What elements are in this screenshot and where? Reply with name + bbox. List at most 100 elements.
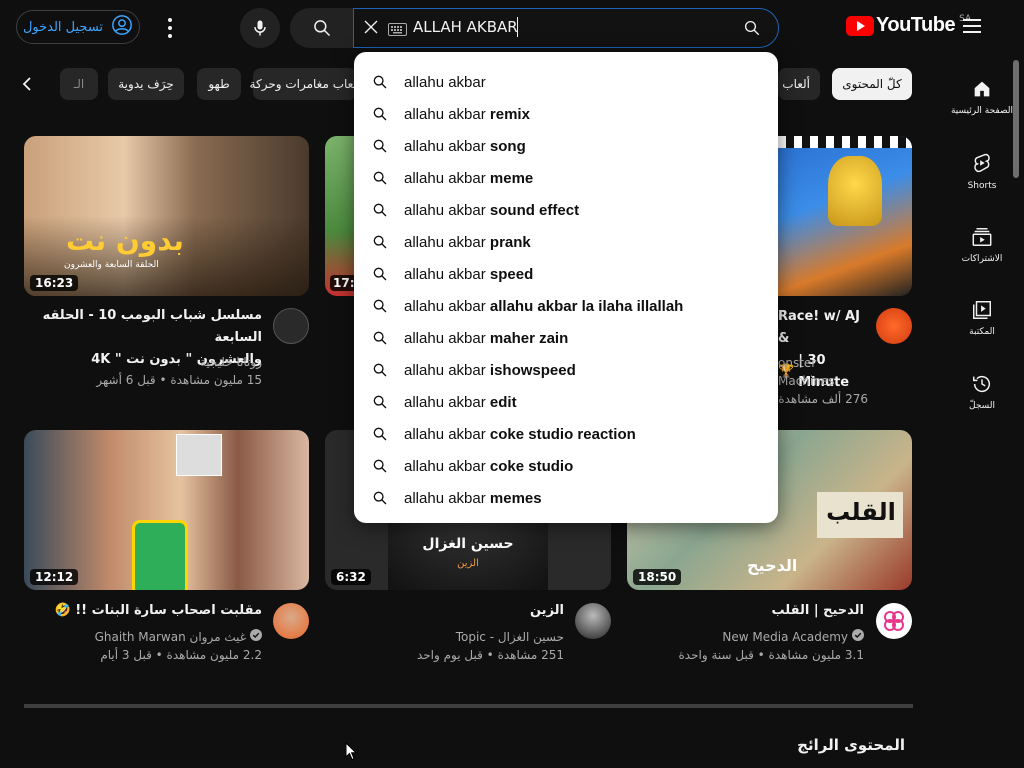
channel-name[interactable]: onster Machines bbox=[778, 354, 868, 390]
suggestion-prefix: allahu akbar bbox=[404, 297, 486, 315]
sidebar-label-history: السجلّ bbox=[969, 401, 995, 411]
search-icon bbox=[372, 138, 388, 158]
channel-name[interactable]: روتانا خليجية bbox=[40, 353, 262, 371]
suggestion-prefix: allahu akbar bbox=[404, 105, 486, 123]
search-suggestion[interactable]: allahu akbar ishowspeed bbox=[354, 354, 778, 386]
sidebar-item-home[interactable]: الصفحة الرئيسية bbox=[946, 78, 1018, 116]
chip-games[interactable]: ألعاب bbox=[778, 68, 820, 100]
suggestion-completion: ishowspeed bbox=[485, 361, 576, 379]
sidebar-item-history[interactable]: السجلّ bbox=[946, 373, 1018, 411]
channel-name[interactable]: حسين الغزال - Topic bbox=[340, 628, 564, 646]
search-suggestion[interactable]: allahu akbar meme bbox=[354, 162, 778, 194]
search-suggestion[interactable]: allahu akbar edit bbox=[354, 386, 778, 418]
search-suggestion[interactable]: allahu akbar prank bbox=[354, 226, 778, 258]
sidebar-item-library[interactable]: المكتبة bbox=[946, 299, 1018, 337]
guide-menu-icon[interactable] bbox=[963, 19, 981, 33]
chip-action-adventure[interactable]: ألعاب مغامرات وحركة bbox=[250, 68, 360, 100]
shelf-title: المحتوى الرائج bbox=[797, 736, 905, 754]
suggestion-completion: coke studio reaction bbox=[485, 425, 636, 443]
suggestion-text: allahu akbar song bbox=[404, 138, 526, 155]
channel-avatar[interactable] bbox=[273, 603, 309, 639]
video-meta: New Media Academy 3.1 مليون مشاهدة • قبل… bbox=[640, 628, 864, 664]
chip-cooking[interactable]: طهو bbox=[197, 68, 241, 100]
youtube-logo[interactable]: YouTube SA bbox=[846, 14, 971, 37]
search-inner-icon[interactable] bbox=[743, 19, 761, 41]
suggestion-text: allahu akbar speed bbox=[404, 266, 533, 283]
video-stats: 3.1 مليون مشاهدة • قبل سنة واحدة bbox=[678, 648, 864, 662]
suggestion-prefix: allahu akbar bbox=[404, 169, 486, 187]
channel-avatar[interactable] bbox=[876, 308, 912, 344]
verified-icon bbox=[852, 628, 864, 646]
suggestion-prefix: allahu akbar bbox=[404, 457, 486, 475]
new-media-academy-logo-icon bbox=[884, 611, 904, 631]
suggestion-prefix: allahu akbar bbox=[404, 393, 486, 411]
search-icon bbox=[372, 490, 388, 510]
scrollbar-thumb[interactable] bbox=[1013, 60, 1019, 178]
video-thumbnail[interactable]: 17:3 bbox=[325, 136, 355, 296]
library-icon bbox=[973, 301, 991, 319]
suggestion-text: allahu akbar ishowspeed bbox=[404, 362, 576, 379]
channel-avatar[interactable] bbox=[876, 603, 912, 639]
voice-search-button[interactable] bbox=[240, 8, 280, 48]
channel-name[interactable]: New Media Academy bbox=[722, 628, 848, 646]
video-title-line1: مسلسل شباب البومب 10 - الحلقه السابعة bbox=[42, 308, 262, 345]
search-icon bbox=[372, 106, 388, 126]
clear-search-icon[interactable] bbox=[362, 18, 380, 40]
search-suggestion[interactable]: allahu akbar song bbox=[354, 130, 778, 162]
suggestion-completion: meme bbox=[485, 169, 534, 187]
mouse-cursor-icon bbox=[345, 741, 358, 765]
channel-avatar[interactable] bbox=[273, 308, 309, 344]
sidebar-item-shorts[interactable]: Shorts bbox=[946, 151, 1018, 191]
search-suggestion[interactable]: allahu akbar speed bbox=[354, 258, 778, 290]
video-thumbnail[interactable]: بدون نت الحلقة السابعة والعشرون 16:23 bbox=[24, 136, 309, 296]
sidebar-label-home: الصفحة الرئيسية bbox=[950, 106, 1014, 116]
video-stats: 276 ألف مشاهدة • قبل bbox=[745, 392, 868, 406]
more-options-icon[interactable] bbox=[160, 16, 180, 40]
trophy-icon bbox=[828, 156, 882, 226]
sidebar-item-subscriptions[interactable]: الاشتراكات bbox=[946, 226, 1018, 264]
video-title[interactable]: مقلبت اصحاب سارة البنات !! 🤣 bbox=[40, 600, 262, 622]
search-icon bbox=[372, 74, 388, 94]
suggestion-completion: maher zain bbox=[485, 329, 569, 347]
channel-name[interactable]: Ghaith Marwan غيث مروان bbox=[95, 628, 246, 646]
checkered-flag bbox=[778, 136, 912, 148]
video-stats: 2.2 مليون مشاهدة • قبل 3 أيام bbox=[100, 648, 262, 662]
suggestion-text: allahu akbar allahu akbar la ilaha illal… bbox=[404, 298, 683, 315]
verified-icon bbox=[250, 628, 262, 646]
home-icon bbox=[974, 81, 990, 97]
search-suggestion[interactable]: allahu akbar memes bbox=[354, 482, 778, 514]
suggestion-text: allahu akbar sound effect bbox=[404, 202, 579, 219]
sidebar-label-library: المكتبة bbox=[969, 327, 995, 337]
search-suggestion[interactable]: allahu akbar remix bbox=[354, 98, 778, 130]
channel-avatar[interactable] bbox=[575, 603, 611, 639]
video-title[interactable]: الدحيح | القلب bbox=[640, 600, 864, 622]
search-suggestions-dropdown: allahu akbar allahu akbar remix allahu akb… bbox=[354, 52, 778, 523]
search-button[interactable] bbox=[290, 8, 354, 48]
thumb-overlay-sub: الحلقة السابعة والعشرون bbox=[64, 260, 159, 270]
sign-in-button[interactable]: تسجيل الدخول bbox=[16, 10, 140, 44]
search-suggestion[interactable]: allahu akbar coke studio reaction bbox=[354, 418, 778, 450]
search-icon bbox=[372, 234, 388, 254]
keyboard-icon[interactable] bbox=[388, 21, 407, 40]
search-suggestion[interactable]: allahu akbar coke studio bbox=[354, 450, 778, 482]
video-title[interactable]: الزين bbox=[340, 600, 564, 622]
search-suggestion[interactable]: allahu akbar sound effect bbox=[354, 194, 778, 226]
suggestion-text: allahu akbar maher zain bbox=[404, 330, 568, 347]
chip-all[interactable]: كلّ المحتوى bbox=[832, 68, 912, 100]
suggestion-prefix: allahu akbar bbox=[404, 361, 486, 379]
chip-crafts[interactable]: حِرَف يدوية bbox=[108, 68, 184, 100]
search-suggestion[interactable]: allahu akbar maher zain bbox=[354, 322, 778, 354]
inset-photo bbox=[176, 434, 222, 476]
suggestion-text: allahu akbar remix bbox=[404, 106, 530, 123]
search-icon bbox=[372, 170, 388, 190]
chip-partial[interactable]: الـ bbox=[60, 68, 98, 100]
video-thumbnail[interactable]: 12:12 bbox=[24, 430, 309, 590]
search-icon bbox=[372, 394, 388, 414]
video-thumbnail[interactable] bbox=[778, 136, 912, 296]
duration-badge: 18:50 bbox=[633, 569, 682, 585]
chevron-left-icon[interactable] bbox=[22, 76, 32, 96]
suggestion-text: allahu akbar meme bbox=[404, 170, 533, 187]
search-suggestion[interactable]: allahu akbar bbox=[354, 66, 778, 98]
thumb-overlay-text: بدون نت bbox=[66, 224, 184, 257]
search-suggestion[interactable]: allahu akbar allahu akbar la ilaha illal… bbox=[354, 290, 778, 322]
